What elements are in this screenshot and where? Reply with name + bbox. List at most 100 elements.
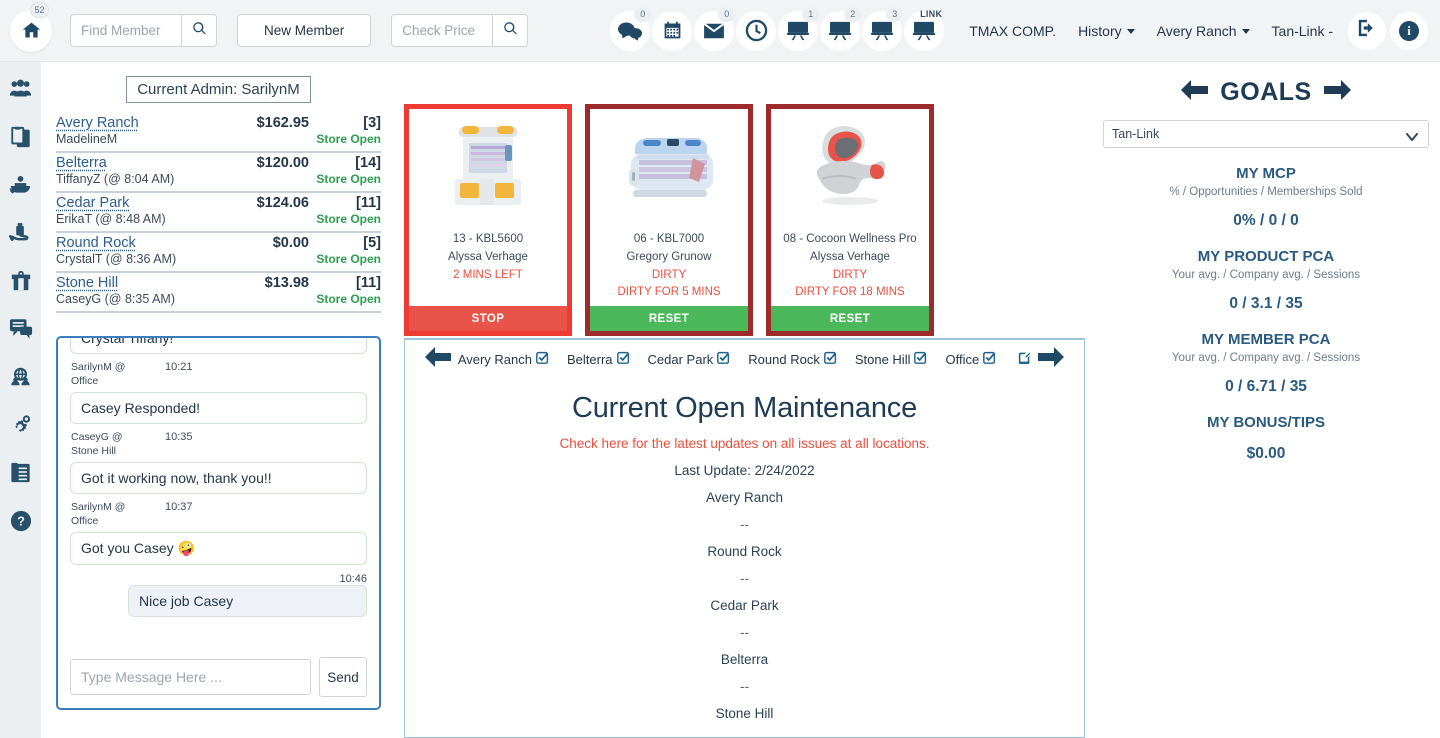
info-button[interactable]: i (1390, 11, 1428, 50)
station-3-badge: 3 (886, 6, 904, 22)
sidebar-item-network[interactable] (0, 358, 41, 400)
store-row[interactable]: Stone Hill $13.98 [11] CaseyG (@ 8:35 AM… (56, 273, 381, 313)
mail-icon-button[interactable]: 0 (694, 6, 736, 54)
chat-input-row: Send (58, 646, 379, 708)
store-row[interactable]: Belterra $120.00 [14] TiffanyZ (@ 8:04 A… (56, 153, 381, 193)
check-price-input[interactable] (392, 15, 493, 46)
chat-message-input[interactable] (70, 659, 311, 695)
station-3-button[interactable]: 3 (862, 6, 904, 54)
chat-bubble: Got it working now, thank you!! (70, 461, 367, 494)
equipment-action-button[interactable]: STOP (409, 306, 567, 332)
app-root: 52 New Member 0 (0, 0, 1440, 738)
maintenance-panel: Avery Ranch Belterra Cedar Park Round Ro… (404, 338, 1085, 738)
equipment-card[interactable]: 13 - KBL5600 Alyssa Verhage 2 MINS LEFT … (404, 104, 572, 337)
logout-button[interactable] (1348, 11, 1386, 50)
maintenance-location: Stone Hill (715, 706, 774, 721)
tab-office[interactable]: Office (945, 351, 996, 367)
clock-icon-button[interactable] (736, 8, 777, 54)
sidebar-item-messages[interactable] (0, 310, 41, 352)
check-price-group (391, 14, 529, 47)
send-button[interactable]: Send (319, 657, 367, 697)
chat-message-list[interactable]: Crystal Tiffany! SarilynM @10:21 Office … (58, 338, 379, 646)
new-member-button[interactable]: New Member (237, 14, 372, 47)
left-sidebar: ? (0, 62, 41, 738)
goals-next-button[interactable] (1322, 79, 1352, 106)
calendar-icon-button[interactable] (652, 8, 693, 54)
store-staff: ErikaT (@ 8:48 AM) (56, 212, 166, 226)
equipment-status: DIRTY (832, 268, 868, 281)
tab-stone-hill[interactable]: Stone Hill (855, 351, 928, 367)
sidebar-item-members[interactable] (0, 70, 41, 112)
nav-location[interactable]: Avery Ranch (1146, 23, 1261, 39)
users-icon (9, 79, 32, 103)
station-2-badge: 2 (844, 6, 862, 22)
sidebar-item-packages[interactable] (0, 262, 41, 304)
store-name-link[interactable]: Avery Ranch (56, 115, 139, 131)
nav-tmax-comp[interactable]: TMAX COMP. (958, 23, 1067, 39)
store-name-link[interactable]: Cedar Park (56, 195, 129, 211)
nav-tan-link[interactable]: Tan-Link - (1261, 23, 1344, 39)
store-name-link[interactable]: Belterra (56, 155, 107, 171)
store-staff: CrystalT (@ 8:36 AM) (56, 252, 177, 266)
goal-heading-product-pca: MY PRODUCT PCA (1197, 248, 1335, 265)
sidebar-item-documents[interactable] (0, 118, 41, 160)
nav-label: Avery Ranch (1156, 22, 1237, 39)
svg-text:?: ? (17, 513, 25, 528)
store-staff: TiffanyZ (@ 8:04 AM) (56, 172, 175, 186)
store-row[interactable]: Avery Ranch $162.95 [3] MadelineM Store … (56, 113, 381, 153)
equipment-action-button[interactable]: RESET (771, 306, 929, 332)
equipment-card[interactable]: 08 - Cocoon Wellness Pro Alyssa Verhage … (766, 104, 934, 337)
sidebar-item-help[interactable]: ? (0, 502, 41, 544)
tab-belterra[interactable]: Belterra (567, 351, 630, 367)
store-name-link[interactable]: Stone Hill (56, 275, 118, 291)
store-amount: $162.95 (256, 115, 309, 131)
store-row[interactable]: Round Rock $0.00 [5] CrystalT (@ 8:36 AM… (56, 233, 381, 273)
equipment-status-2: 2 MINS LEFT (453, 268, 523, 281)
store-name-link[interactable]: Round Rock (56, 235, 136, 251)
chat-bubble: Got you Casey 🤪 (70, 531, 367, 565)
goals-header: GOALS (1103, 78, 1429, 107)
store-status-badge: Store Open (316, 172, 381, 186)
chat-location: Office (71, 374, 99, 387)
sidebar-item-reports[interactable] (0, 454, 41, 496)
equipment-member: Alyssa Verhage (810, 250, 890, 263)
next-arrow-button[interactable] (1036, 345, 1066, 374)
find-member-search-button[interactable] (181, 15, 216, 46)
chat-time: 10:46 (339, 572, 367, 585)
find-member-input[interactable] (71, 15, 181, 46)
check-price-search-button[interactable] (492, 15, 528, 46)
equipment-image-stand-up-bed (445, 119, 531, 215)
home-button[interactable]: 52 (0, 0, 62, 62)
equipment-card[interactable]: 06 - KBL7000 Gregory Grunow DIRTY DIRTY … (585, 104, 753, 337)
nav-history[interactable]: History (1067, 23, 1146, 39)
goal-sub-product-pca: Your avg. / Company avg. / Sessions (1171, 269, 1361, 281)
equipment-action-button[interactable]: RESET (590, 306, 748, 332)
maintenance-location: Cedar Park (710, 598, 779, 613)
quick-icons: 0 0 1 2 3 LINK (610, 6, 945, 54)
maintenance-detail: -- (740, 571, 749, 586)
station-2-button[interactable]: 2 (820, 6, 862, 54)
goals-filter-select[interactable]: Tan-Link (1103, 120, 1429, 148)
station-1-button[interactable]: 1 (778, 6, 820, 54)
sidebar-item-products[interactable] (0, 214, 41, 256)
equipment-status-2: DIRTY FOR 5 MINS (617, 286, 721, 299)
goals-prev-button[interactable] (1180, 79, 1210, 106)
calendar-icon (652, 10, 693, 51)
search-icon (503, 21, 518, 41)
chat-icon-button[interactable]: 0 (610, 6, 652, 54)
chat-time: 10:37 (165, 500, 193, 513)
tab-add-note[interactable] (1014, 351, 1031, 367)
tab-round-rock[interactable]: Round Rock (748, 351, 837, 367)
store-status-badge: Store Open (316, 132, 381, 146)
tab-cedar-park[interactable]: Cedar Park (648, 351, 731, 367)
sign-out-icon (1357, 19, 1377, 42)
sidebar-item-settings[interactable] (0, 406, 41, 448)
store-row[interactable]: Cedar Park $124.06 [11] ErikaT (@ 8:48 A… (56, 193, 381, 233)
store-staff: MadelineM (56, 132, 118, 146)
prev-arrow-button[interactable] (423, 345, 453, 374)
tab-avery-ranch[interactable]: Avery Ranch (458, 351, 549, 367)
tanning-bed-icon (9, 175, 32, 200)
station-link-button[interactable]: LINK (904, 8, 945, 54)
sidebar-item-sessions[interactable] (0, 166, 41, 208)
chat-bubble: Casey Responded! (70, 391, 367, 424)
